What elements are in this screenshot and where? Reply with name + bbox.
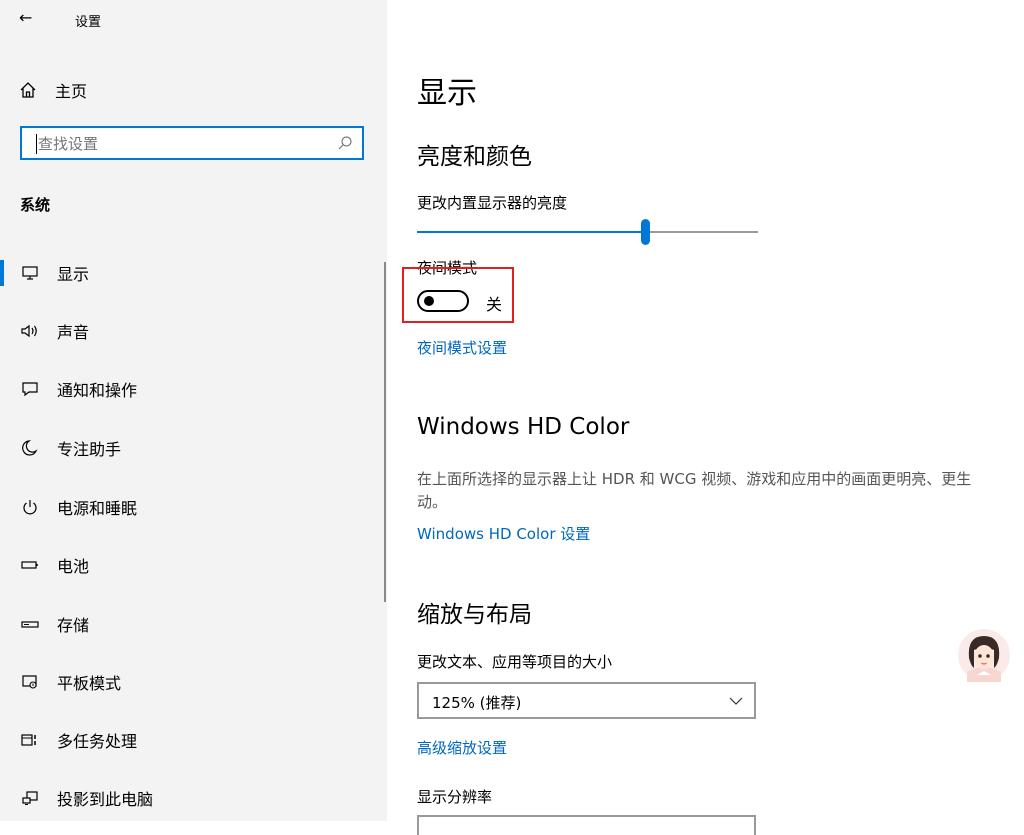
projection-icon (19, 787, 41, 809)
scale-dropdown[interactable]: 125% (推荐) (417, 682, 756, 719)
advanced-scaling-link[interactable]: 高级缩放设置 (417, 737, 507, 758)
scale-layout-heading: 缩放与布局 (417, 602, 532, 628)
sidebar-scrollbar[interactable] (384, 262, 386, 602)
toggle-state-label: 关 (486, 295, 503, 314)
sidebar-item-label: 声音 (57, 323, 90, 342)
dropdown-value: 125% (推荐) (432, 694, 522, 712)
brightness-color-heading: 亮度和颜色 (417, 144, 532, 170)
back-arrow-icon[interactable]: ← (19, 8, 32, 27)
moon-icon (19, 437, 41, 459)
search-icon[interactable] (336, 134, 354, 152)
sidebar-item-display[interactable]: 显示 (0, 251, 387, 295)
monitor-icon (19, 262, 41, 284)
sidebar-item-tablet-mode[interactable]: 平板模式 (0, 660, 387, 704)
hdr-description: 在上面所选择的显示器上让 HDR 和 WCG 视频、游戏和应用中的画面更明亮、更… (417, 470, 972, 511)
brightness-label: 更改内置显示器的亮度 (417, 194, 568, 212)
sidebar-item-label: 显示 (57, 265, 90, 284)
hdr-settings-link[interactable]: Windows HD Color 设置 (417, 523, 590, 544)
night-light-toggle[interactable] (417, 290, 469, 312)
storage-icon (19, 613, 41, 635)
multitasking-icon (19, 729, 41, 751)
speaker-icon (19, 320, 41, 342)
window-title: 设置 (75, 15, 102, 30)
resolution-dropdown[interactable] (417, 815, 756, 835)
search-input[interactable] (36, 132, 340, 156)
sidebar-item-multitasking[interactable]: 多任务处理 (0, 718, 387, 762)
hdr-heading: Windows HD Color (417, 414, 630, 440)
sidebar-item-label: 平板模式 (57, 674, 122, 693)
sidebar-item-focus-assist[interactable]: 专注助手 (0, 426, 387, 470)
toggle-knob (424, 296, 434, 306)
scale-label: 更改文本、应用等项目的大小 (417, 653, 613, 671)
sidebar-item-power[interactable]: 电源和睡眠 (0, 485, 387, 529)
sidebar-item-sound[interactable]: 声音 (0, 309, 387, 353)
sidebar-item-label: 投影到此电脑 (57, 790, 154, 809)
assistant-avatar[interactable] (957, 628, 1011, 682)
tablet-mode-icon (19, 671, 41, 693)
sidebar-item-notifications[interactable]: 通知和操作 (0, 367, 387, 411)
battery-icon (19, 554, 41, 576)
slider-track[interactable] (645, 231, 758, 233)
slider-thumb[interactable] (641, 219, 650, 245)
sidebar: ← 设置 主页 系统 显示 声音 通知和操作 (0, 0, 387, 821)
sidebar-item-project-to-pc[interactable]: 投影到此电脑 (0, 776, 387, 820)
main-content: 显示 亮度和颜色 更改内置显示器的亮度 夜间模式 关 夜间模式设置 Window… (387, 0, 1024, 835)
search-box[interactable] (20, 126, 364, 160)
chevron-down-icon (729, 697, 743, 705)
sidebar-item-label: 多任务处理 (57, 732, 138, 751)
notification-icon (19, 378, 41, 400)
night-light-settings-link[interactable]: 夜间模式设置 (417, 337, 507, 358)
sidebar-item-storage[interactable]: 存储 (0, 602, 387, 646)
page-title: 显示 (417, 76, 477, 111)
sidebar-item-home[interactable]: 主页 (19, 78, 87, 102)
sidebar-item-label: 通知和操作 (57, 381, 138, 400)
title-bar: ← 设置 (0, 0, 387, 40)
sidebar-item-label: 存储 (57, 616, 90, 635)
slider-fill (417, 231, 645, 233)
resolution-label: 显示分辨率 (417, 788, 493, 806)
home-icon (20, 82, 36, 98)
sidebar-item-label: 电源和睡眠 (57, 499, 138, 518)
power-icon (19, 496, 41, 518)
sidebar-item-label: 主页 (55, 82, 88, 101)
sidebar-item-label: 电池 (57, 557, 90, 576)
sidebar-item-battery[interactable]: 电池 (0, 543, 387, 587)
section-title: 系统 (20, 196, 51, 214)
sidebar-item-label: 专注助手 (57, 440, 122, 459)
